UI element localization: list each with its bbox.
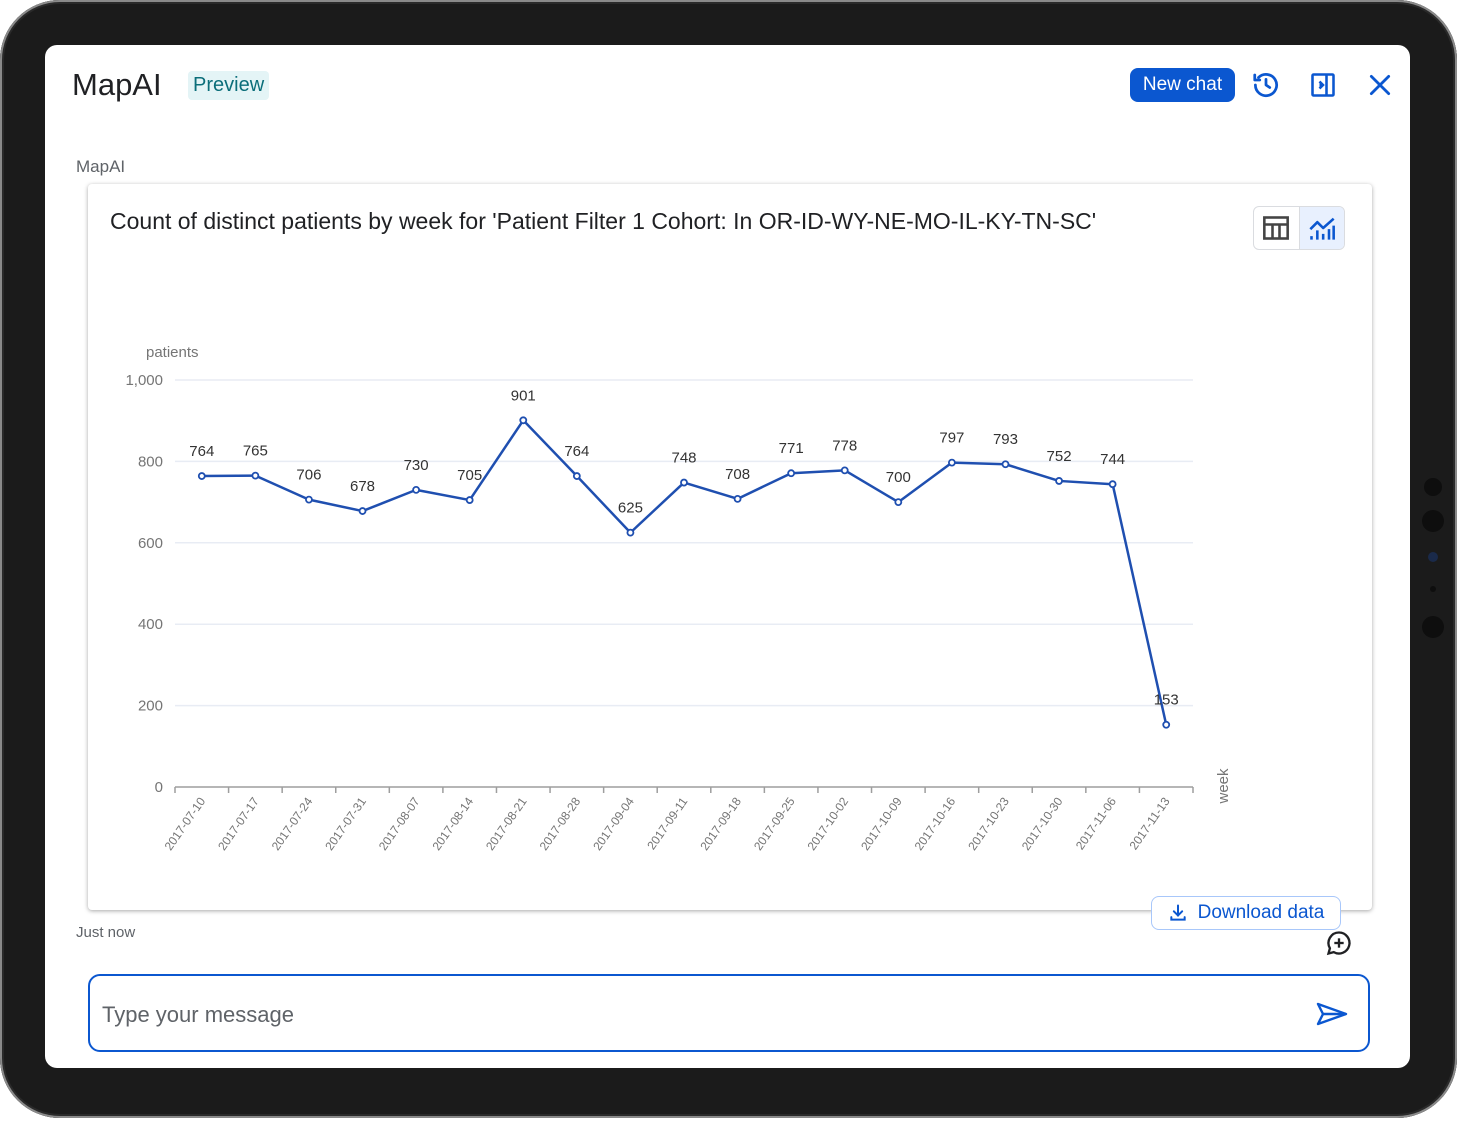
x-tick-label: 2017-11-06 (1073, 794, 1119, 852)
app-title: MapAI (72, 67, 162, 102)
device-sensor (1424, 478, 1442, 496)
send-icon[interactable] (1315, 1000, 1349, 1030)
x-tick-label: 2017-08-14 (429, 794, 476, 853)
data-point (572, 472, 581, 480)
x-tick-label: 2017-07-10 (162, 794, 209, 853)
y-tick-label: 200 (138, 698, 163, 715)
message-sender: MapAI (76, 157, 126, 176)
add-comment-icon[interactable] (1325, 929, 1353, 957)
y-tick-label: 0 (155, 779, 163, 796)
x-tick-label: 2017-10-30 (1019, 794, 1066, 853)
data-label: 706 (296, 467, 321, 484)
data-label: 797 (939, 430, 964, 447)
data-point (251, 471, 260, 480)
x-tick-label: 2017-10-16 (912, 794, 959, 853)
data-label: 730 (404, 457, 429, 474)
data-label: 625 (618, 500, 643, 517)
data-point (465, 496, 474, 504)
x-tick-label: 2017-07-17 (215, 794, 262, 853)
x-tick-label: 2017-09-18 (697, 794, 744, 853)
x-tick-label: 2017-09-04 (590, 794, 637, 853)
message-composer (88, 974, 1370, 1052)
history-icon[interactable] (1250, 69, 1282, 101)
data-point (519, 416, 528, 425)
data-point (1001, 460, 1010, 469)
new-chat-button[interactable]: New chat (1130, 68, 1235, 102)
device-sensor (1422, 510, 1444, 532)
x-tick-label: 2017-08-21 (483, 794, 530, 853)
x-tick-label: 2017-09-11 (644, 794, 690, 852)
x-axis-label: week (1215, 768, 1232, 805)
data-label: 708 (725, 466, 750, 483)
data-point (787, 469, 796, 478)
data-point (1162, 720, 1171, 729)
data-label: 901 (511, 387, 536, 404)
y-tick-label: 600 (138, 535, 163, 552)
data-label: 678 (350, 478, 375, 495)
tablet-frame: MapAI Preview New chat MapAI Count of di… (0, 0, 1457, 1118)
download-data-button[interactable]: Download data (1151, 896, 1341, 930)
y-axis-label: patients (146, 344, 199, 361)
data-point (840, 466, 849, 475)
panel-header: MapAI Preview New chat (45, 45, 1410, 125)
download-icon (1169, 904, 1186, 921)
download-data-label: Download data (1197, 902, 1325, 923)
device-sensor (1430, 586, 1436, 592)
data-point (197, 472, 206, 480)
data-point (947, 458, 956, 467)
chart-card: Count of distinct patients by week for '… (88, 184, 1372, 930)
x-tick-label: 2017-08-07 (376, 794, 423, 853)
data-point (626, 528, 635, 537)
data-point (412, 485, 421, 494)
data-label: 793 (993, 431, 1018, 448)
x-tick-label: 2017-07-31 (322, 794, 369, 853)
data-label: 752 (1047, 448, 1072, 465)
close-icon[interactable] (1364, 69, 1396, 101)
data-label: 700 (886, 469, 911, 486)
data-label: 705 (457, 467, 482, 484)
y-tick-label: 400 (138, 616, 163, 633)
data-label: 748 (671, 450, 696, 467)
data-label: 744 (1100, 451, 1125, 468)
data-point (680, 478, 688, 487)
data-label: 765 (243, 443, 268, 460)
message-timestamp: Just now (76, 924, 136, 941)
x-tick-label: 2017-10-23 (965, 794, 1012, 853)
x-tick-label: 2017-08-28 (537, 794, 584, 853)
data-point (1055, 477, 1063, 485)
side-panel-icon[interactable] (1307, 69, 1339, 101)
x-tick-label: 2017-10-09 (858, 794, 905, 853)
data-label: 153 (1154, 692, 1179, 709)
device-camera (1428, 552, 1438, 562)
data-label: 778 (832, 437, 857, 454)
device-sensor (1422, 616, 1444, 638)
data-point (733, 494, 742, 503)
data-point (305, 495, 313, 504)
message-input[interactable] (100, 996, 1284, 1034)
data-point (1108, 480, 1117, 489)
data-label: 764 (189, 443, 214, 460)
data-point (894, 498, 903, 507)
data-label: 771 (779, 440, 804, 457)
y-tick-label: 1,000 (125, 372, 163, 389)
line-chart: patients02004006008001,0002017-07-10 2017… (125, 344, 1232, 853)
data-point (358, 507, 367, 515)
chat-panel: MapAI Preview New chat MapAI Count of di… (45, 45, 1410, 1068)
data-label: 764 (564, 443, 589, 460)
x-tick-label: 2017-11-13 (1126, 794, 1172, 852)
y-tick-label: 800 (138, 453, 163, 470)
preview-badge: Preview (188, 71, 270, 100)
x-tick-label: 2017-10-02 (805, 794, 852, 853)
x-tick-label: 2017-09-25 (751, 794, 798, 853)
x-tick-label: 2017-07-24 (269, 794, 316, 853)
